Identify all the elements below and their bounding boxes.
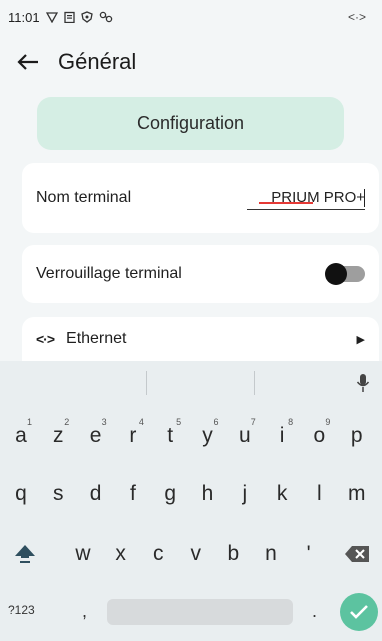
security-icon [80,11,93,23]
back-arrow-icon[interactable] [14,48,42,76]
toggle-knob [325,263,347,285]
key-k[interactable]: k [265,469,299,519]
key-p[interactable]: p [340,411,374,461]
spellcheck-underline [259,201,313,204]
key-g[interactable]: g [153,469,187,519]
key-number-hint: 6 [213,417,219,427]
keyboard-row-2: qsdfghjklm [0,469,382,519]
terminal-lock-toggle[interactable] [325,263,365,285]
status-bar: 11:01 <·> [0,0,382,34]
key-b[interactable]: b [216,529,250,579]
key-number-hint: 1 [26,417,32,427]
shift-key[interactable] [8,529,42,579]
key-m[interactable]: m [340,469,374,519]
key-v[interactable]: v [179,529,213,579]
period-key[interactable]: . [312,601,317,622]
key-q[interactable]: q [4,469,38,519]
key-w[interactable]: w [66,529,100,579]
key-u[interactable]: u7 [228,411,262,461]
key-x[interactable]: x [104,529,138,579]
key-label: u [238,424,251,447]
key-label: o [313,424,326,447]
key-s[interactable]: s [41,469,75,519]
space-bar[interactable] [107,599,293,625]
key-a[interactable]: a1 [4,411,38,461]
key-apostrophe[interactable]: ' [292,529,326,579]
ethernet-row[interactable]: <·> Ethernet ▶ [22,317,379,361]
key-i[interactable]: i8 [265,411,299,461]
configuration-button[interactable]: Configuration [37,97,344,150]
key-c[interactable]: c [141,529,175,579]
app-bar: Général [0,34,382,90]
terminal-lock-row: Verrouillage terminal [22,245,379,303]
status-time: 11:01 [8,9,40,25]
key-label: y [202,424,213,447]
enter-check-icon[interactable] [340,593,378,631]
soft-keyboard: a1z2e3r4t5y6u7i8o9p qsdfghjklm w x c v b n ' ?… [0,361,382,641]
terminal-name-label: Nom terminal [36,189,132,206]
keyboard-row-1: a1z2e3r4t5y6u7i8o9p [0,411,382,461]
suggestion-divider [254,371,255,395]
key-number-hint: 2 [64,417,70,427]
clipboard-icon [63,11,75,23]
key-number-hint: 9 [325,417,331,427]
key-label: e [89,424,102,447]
key-number-hint: 3 [101,417,107,427]
page-title: Général [58,49,137,74]
key-o[interactable]: o9 [302,411,336,461]
vpn-shield-icon [45,12,58,23]
suggestion-strip [0,361,382,405]
ethernet-label: Ethernet [66,330,127,347]
key-n[interactable]: n [254,529,288,579]
ethernet-icon: <·> [36,331,55,347]
key-j[interactable]: j [228,469,262,519]
terminal-name-row: Nom terminal [22,163,379,233]
key-z[interactable]: z2 [41,411,75,461]
text-caret [363,188,365,207]
terminal-name-field-wrap [247,186,365,210]
key-l[interactable]: l [302,469,336,519]
suggestion-divider [146,371,147,395]
key-number-hint: 7 [250,417,256,427]
key-label: t [167,424,174,447]
keyboard-row-3: w x c v b n ' [0,529,382,579]
terminal-name-input[interactable] [247,186,365,210]
key-label: a [15,424,27,447]
key-label: p [350,424,363,447]
key-number-hint: 8 [288,417,294,427]
key-f[interactable]: f [116,469,150,519]
key-label: r [129,424,137,447]
key-h[interactable]: h [191,469,225,519]
key-y[interactable]: y6 [191,411,225,461]
symbols-key[interactable]: ?123 [8,603,35,617]
microphone-icon[interactable] [356,373,370,398]
key-t[interactable]: t5 [153,411,187,461]
key-label: i [279,424,285,447]
ethernet-status-icon: <·> [347,10,366,24]
key-number-hint: 5 [176,417,182,427]
key-d[interactable]: d [79,469,113,519]
link-icon [99,11,112,23]
key-number-hint: 4 [138,417,144,427]
key-label: z [53,424,64,447]
key-e[interactable]: e3 [79,411,113,461]
terminal-lock-label: Verrouillage terminal [36,265,182,282]
comma-key[interactable]: , [82,601,87,622]
key-r[interactable]: r4 [116,411,150,461]
chevron-right-icon: ▶ [356,333,365,346]
backspace-key[interactable] [340,529,374,579]
